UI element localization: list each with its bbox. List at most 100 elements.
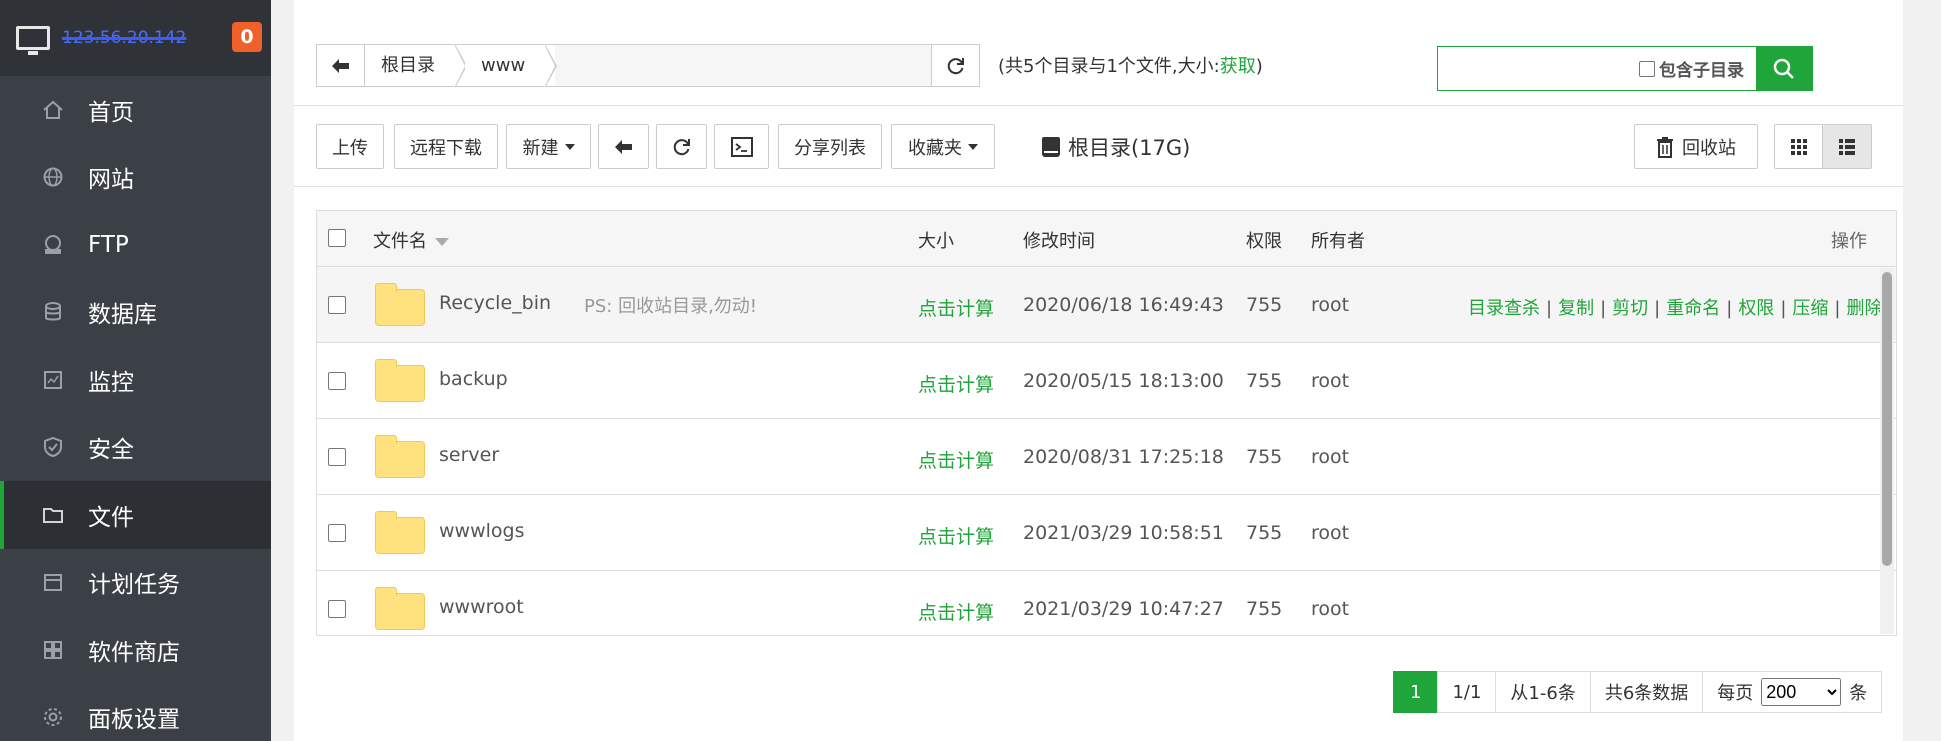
table-row[interactable]: wwwroot 点击计算 2021/03/29 10:47:27 755 roo… [317, 571, 1896, 635]
grid-view-button[interactable] [1774, 124, 1823, 169]
file-name[interactable]: wwwlogs [439, 520, 524, 542]
select-all-checkbox[interactable] [328, 229, 346, 247]
calc-size-link[interactable]: 点击计算 [918, 294, 994, 321]
checkbox[interactable] [1639, 60, 1655, 77]
list-view-button[interactable] [1822, 124, 1872, 169]
breadcrumb-root[interactable]: 根目录 [365, 44, 467, 88]
calc-size-link[interactable]: 点击计算 [918, 446, 994, 473]
path-refresh-button[interactable] [931, 45, 979, 86]
scan-dir-link[interactable]: 目录查杀 [1468, 298, 1540, 319]
folder-icon [375, 435, 425, 478]
header-mtime[interactable]: 修改时间 [1023, 227, 1095, 253]
sidebar-item-files[interactable]: 文件 [0, 481, 271, 549]
table-scrollbar[interactable] [1880, 268, 1894, 634]
row-checkbox[interactable] [328, 296, 346, 314]
new-label: 新建 [522, 137, 559, 159]
new-dropdown-button[interactable]: 新建 [506, 124, 591, 169]
mtime: 2020/08/31 17:25:18 [1023, 446, 1224, 468]
calc-size-link[interactable]: 点击计算 [918, 598, 994, 625]
search-button[interactable] [1756, 47, 1812, 90]
sidebar-item-cron[interactable]: 计划任务 [0, 549, 271, 617]
path-back-button[interactable] [317, 45, 365, 86]
list-icon [1839, 138, 1855, 155]
delete-link[interactable]: 删除 [1846, 298, 1882, 319]
monitor-icon [42, 369, 64, 391]
include-subdir-checkbox[interactable]: 包含子目录 [1639, 47, 1756, 90]
summary-text: (共5个目录与1个文件,大小: [998, 56, 1220, 77]
terminal-button[interactable] [714, 124, 769, 169]
table-row[interactable]: Recycle_bin PS: 回收站目录,勿动! 点击计算 2020/06/1… [317, 267, 1896, 343]
notification-badge[interactable]: 0 [232, 22, 262, 52]
header-owner[interactable]: 所有者 [1311, 227, 1365, 253]
table-row[interactable]: wwwlogs 点击计算 2021/03/29 10:58:51 755 roo… [317, 495, 1896, 571]
sidebar-item-monitor[interactable]: 监控 [0, 346, 271, 414]
calc-size-link[interactable]: 点击计算 [918, 370, 994, 397]
file-name[interactable]: server [439, 444, 499, 466]
sidebar-item-store[interactable]: 软件商店 [0, 616, 271, 684]
perm[interactable]: 755 [1246, 598, 1282, 620]
favorites-label: 收藏夹 [908, 137, 962, 159]
per-page-select[interactable]: 200 [1761, 678, 1842, 706]
page-current[interactable]: 1 [1393, 671, 1439, 713]
file-name[interactable]: backup [439, 368, 508, 390]
table-row[interactable]: backup 点击计算 2020/05/15 18:13:00 755 root [317, 343, 1896, 419]
row-checkbox[interactable] [328, 524, 346, 542]
sidebar-item-label: 安全 [88, 437, 134, 464]
sidebar-item-ftp[interactable]: FTP [0, 211, 271, 279]
rename-link[interactable]: 重命名 [1666, 298, 1720, 319]
owner: root [1311, 294, 1350, 316]
perm[interactable]: 755 [1246, 446, 1282, 468]
separator: | [1654, 298, 1661, 319]
share-list-button[interactable]: 分享列表 [778, 124, 882, 169]
sidebar-item-label: 首页 [88, 99, 134, 126]
sidebar-item-home[interactable]: 首页 [0, 76, 271, 144]
folder-icon [375, 359, 425, 402]
arrow-left-icon [614, 139, 632, 154]
header-name[interactable]: 文件名 [373, 227, 449, 253]
disk-selector[interactable]: 根目录(17G) [1042, 132, 1190, 162]
table-row[interactable]: server 点击计算 2020/08/31 17:25:18 755 root [317, 419, 1896, 495]
recycle-bin-button[interactable]: 回收站 [1634, 124, 1758, 169]
get-size-link[interactable]: 获取 [1220, 56, 1256, 77]
upload-button[interactable]: 上传 [316, 124, 384, 169]
ftp-icon [42, 234, 64, 256]
perm[interactable]: 755 [1246, 522, 1282, 544]
file-name[interactable]: wwwroot [439, 596, 524, 618]
file-name[interactable]: Recycle_bin [439, 292, 551, 314]
header-ops: 操作 [1831, 231, 1867, 252]
header-perm[interactable]: 权限 [1246, 227, 1282, 253]
owner: root [1311, 522, 1350, 544]
perm-link[interactable]: 权限 [1738, 298, 1774, 319]
server-ip[interactable]: 123.56.20.142 [62, 28, 186, 48]
search-input[interactable] [1438, 47, 1639, 90]
sidebar-item-website[interactable]: 网站 [0, 144, 271, 212]
owner: root [1311, 446, 1350, 468]
refresh-icon [673, 138, 690, 155]
owner: root [1311, 370, 1350, 392]
sidebar-item-security[interactable]: 安全 [0, 414, 271, 482]
perm[interactable]: 755 [1246, 370, 1282, 392]
grid-icon [1790, 138, 1807, 155]
row-checkbox[interactable] [328, 372, 346, 390]
breadcrumb-www[interactable]: www [465, 44, 558, 88]
path-input-area[interactable] [555, 45, 931, 86]
sidebar-item-settings[interactable]: 面板设置 [0, 684, 271, 741]
sidebar-item-database[interactable]: 数据库 [0, 279, 271, 347]
calc-size-link[interactable]: 点击计算 [918, 522, 994, 549]
per-page-unit: 条 [1849, 683, 1868, 704]
row-actions: 目录查杀 | 复制 | 剪切 | 重命名 | 权限 | 压缩 | 删除 [1468, 294, 1882, 320]
scrollbar-thumb[interactable] [1882, 272, 1892, 566]
back-button[interactable] [598, 124, 649, 169]
compress-link[interactable]: 压缩 [1792, 298, 1828, 319]
folder-icon [375, 511, 425, 554]
row-checkbox[interactable] [328, 600, 346, 618]
perm[interactable]: 755 [1246, 294, 1282, 316]
refresh-button[interactable] [656, 124, 707, 169]
per-page-label: 每页 [1717, 683, 1754, 704]
cut-link[interactable]: 剪切 [1612, 298, 1648, 319]
favorites-dropdown-button[interactable]: 收藏夹 [891, 124, 995, 169]
row-checkbox[interactable] [328, 448, 346, 466]
header-size[interactable]: 大小 [918, 227, 954, 253]
remote-download-button[interactable]: 远程下载 [394, 124, 498, 169]
copy-link[interactable]: 复制 [1558, 298, 1594, 319]
